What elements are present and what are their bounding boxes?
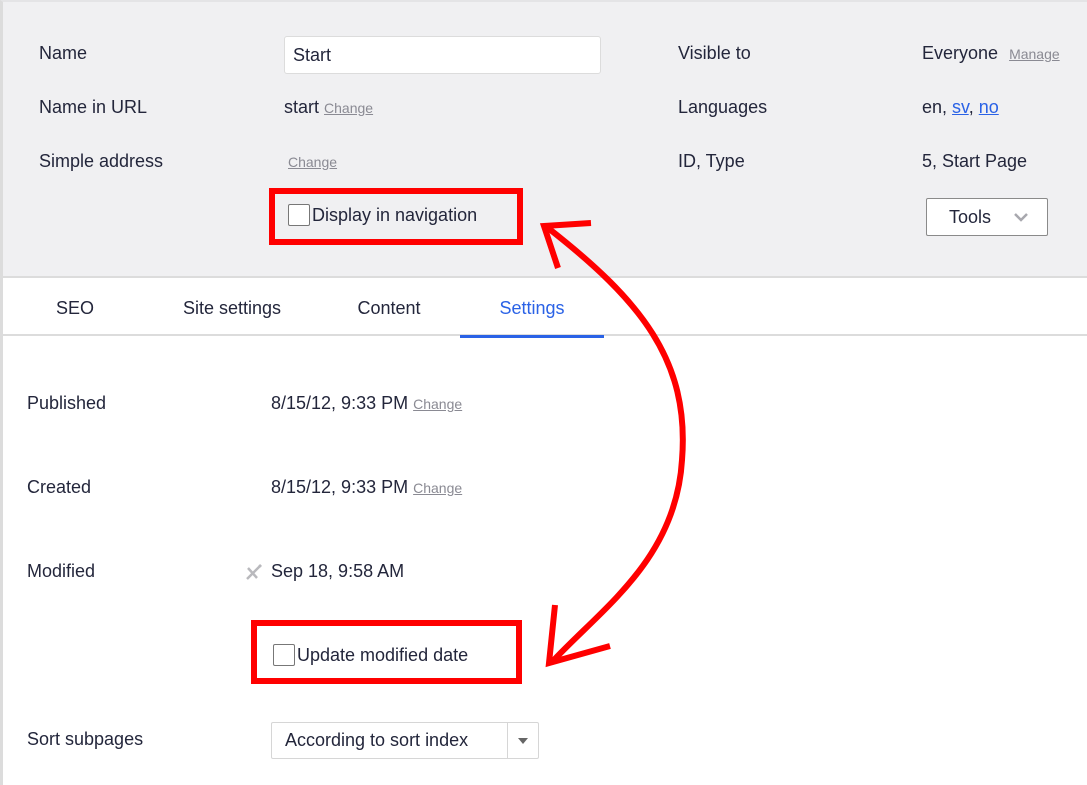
name-in-url-text: start [284, 97, 320, 117]
tab-seo[interactable]: SEO [53, 280, 97, 336]
tab-bar: SEO Site settings Content Settings [3, 280, 1087, 338]
tab-site-settings[interactable]: Site settings [168, 280, 296, 336]
visible-to-label: Visible to [678, 43, 751, 63]
modified-label: Modified [27, 561, 96, 581]
simple-address-label: Simple address [39, 151, 164, 171]
name-in-url-change-link[interactable]: Change [324, 100, 373, 116]
update-modified-date-checkbox[interactable] [273, 644, 295, 666]
visible-to-text: Everyone [922, 43, 999, 63]
display-in-navigation-label: Display in navigation [312, 204, 478, 225]
language-link-sv[interactable]: sv [952, 97, 969, 117]
manage-link[interactable]: Manage [1009, 46, 1060, 62]
name-in-url-value: start Change [284, 97, 373, 118]
published-date: 8/15/12, 9:33 PM [271, 393, 409, 413]
id-type-label: ID, Type [678, 151, 745, 171]
published-value: 8/15/12, 9:33 PM Change [271, 393, 462, 414]
id-type-value: 5, Start Page [922, 151, 1028, 171]
name-in-url-label: Name in URL [39, 97, 148, 117]
published-label: Published [27, 393, 107, 413]
created-label: Created [27, 477, 92, 497]
display-in-navigation-checkbox[interactable] [288, 204, 310, 226]
sort-subpages-label: Sort subpages [27, 729, 144, 749]
language-separator: , [968, 97, 979, 117]
modified-date: Sep 18, 9:58 AM [271, 561, 405, 581]
update-modified-date-option[interactable]: Update modified date [273, 644, 468, 666]
name-input[interactable] [284, 36, 601, 74]
language-separator: , [942, 97, 953, 117]
tab-content[interactable]: Content [345, 280, 433, 336]
languages-value: en, sv, no [922, 97, 999, 118]
chevron-down-icon [1014, 213, 1028, 222]
tab-settings[interactable]: Settings [460, 280, 604, 338]
language-current: en [922, 97, 943, 117]
created-date: 8/15/12, 9:33 PM [271, 477, 409, 497]
name-label: Name [39, 43, 88, 63]
language-link-no[interactable]: no [979, 97, 999, 117]
simple-address-change-link[interactable]: Change [288, 154, 337, 170]
visible-to-value: Everyone Manage [922, 43, 1060, 64]
unpin-icon [246, 564, 262, 580]
created-value: 8/15/12, 9:33 PM Change [271, 477, 462, 498]
published-change-link[interactable]: Change [413, 396, 462, 412]
tools-dropdown-button[interactable]: Tools [926, 198, 1048, 236]
display-in-navigation-option[interactable]: Display in navigation [288, 204, 477, 226]
tools-label: Tools [949, 206, 992, 227]
sort-subpages-select[interactable]: According to sort index [271, 722, 539, 759]
languages-label: Languages [678, 97, 768, 117]
update-modified-date-label: Update modified date [297, 644, 469, 665]
sort-subpages-value: According to sort index [285, 730, 469, 750]
caret-down-icon[interactable] [507, 723, 538, 758]
created-change-link[interactable]: Change [413, 480, 462, 496]
